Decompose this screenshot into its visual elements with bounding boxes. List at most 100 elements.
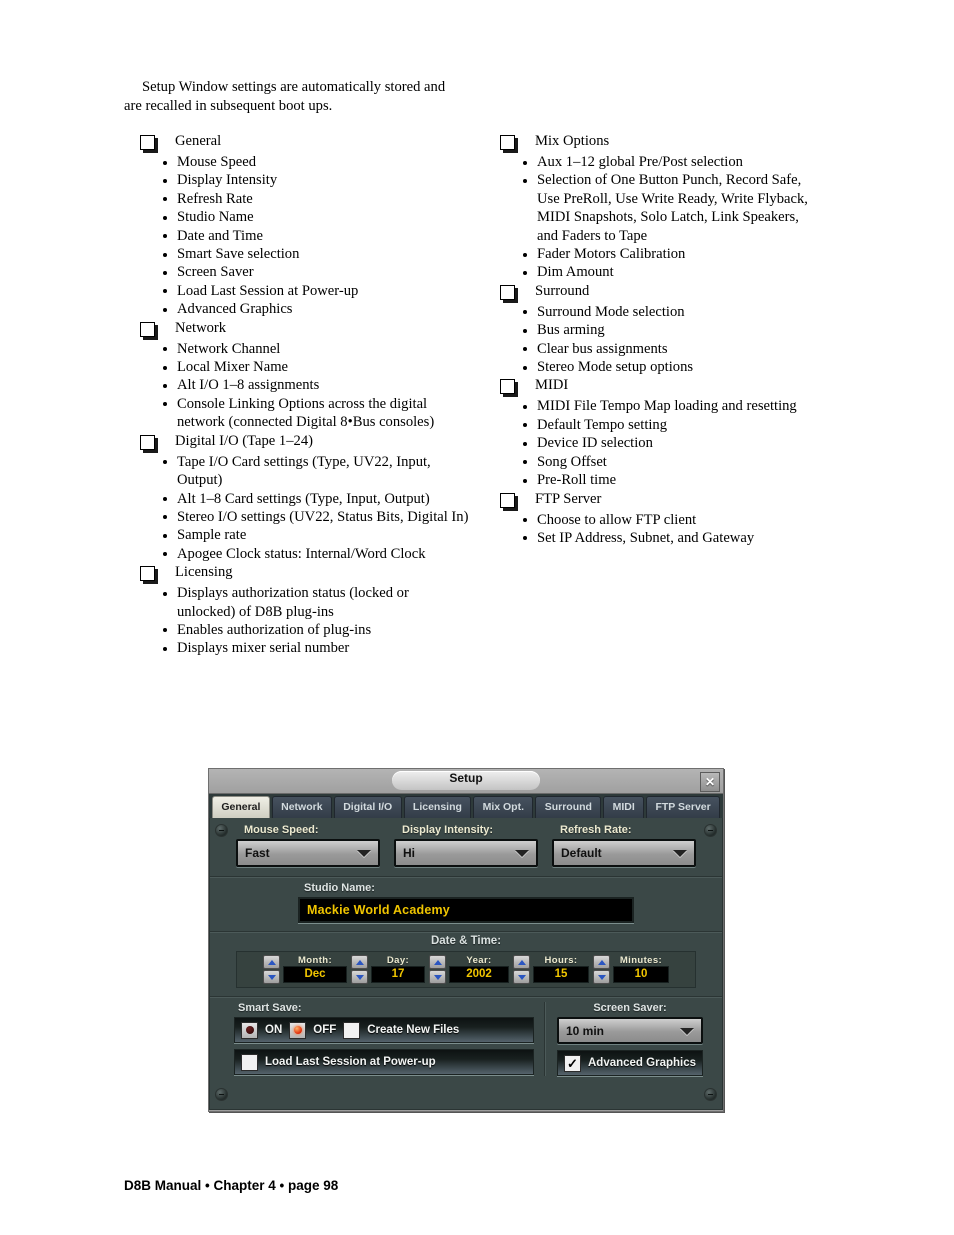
- list-item: Displays authorization status (locked or…: [140, 584, 470, 621]
- list-item: Stereo I/O settings (UV22, Status Bits, …: [140, 508, 470, 526]
- list-item: Mouse Speed: [140, 153, 470, 171]
- year-value[interactable]: 2002: [449, 966, 509, 983]
- minutes-decrement-button[interactable]: [593, 970, 610, 984]
- checkbox-icon: [500, 492, 515, 508]
- bullet-icon: [163, 215, 167, 220]
- display-intensity-dropdown[interactable]: Hi: [394, 839, 538, 867]
- minutes-stepper: Minutes: 10: [593, 955, 669, 984]
- day-spinner: [351, 955, 368, 984]
- screen-saver-dropdown[interactable]: 10 min: [557, 1017, 704, 1044]
- list-item-label: Mouse Speed: [177, 154, 257, 170]
- list-item: Console Linking Options across the digit…: [140, 395, 470, 432]
- studio-name-input[interactable]: Mackie World Academy: [298, 897, 634, 923]
- screw-icon: [704, 1088, 717, 1101]
- tab-surround[interactable]: Surround: [535, 796, 602, 818]
- list-item: Screen Saver: [140, 263, 470, 281]
- list-item: Date and Time: [140, 227, 470, 245]
- bullet-icon: [523, 328, 527, 333]
- month-spinner: [263, 955, 280, 984]
- smart-save-off-radio[interactable]: [289, 1021, 307, 1039]
- chevron-down-icon: [515, 850, 529, 857]
- list-item: Set IP Address, Subnet, and Gateway: [500, 529, 820, 547]
- list-item: Aux 1–12 global Pre/Post selection: [500, 153, 820, 171]
- bullet-icon: [163, 252, 167, 257]
- year-decrement-button[interactable]: [429, 970, 446, 984]
- list-item-label: Sample rate: [177, 527, 247, 544]
- list-item-label: Pre-Roll time: [537, 472, 617, 489]
- hours-increment-button[interactable]: [513, 955, 530, 969]
- advanced-graphics-label: Advanced Graphics: [588, 1057, 697, 1069]
- year-cell: Year: 2002: [449, 955, 509, 984]
- day-cell: Day: 17: [371, 955, 425, 984]
- tab-midi[interactable]: MIDI: [603, 796, 645, 818]
- list-item: Surround Mode selection: [500, 303, 820, 321]
- bullet-icon: [163, 591, 167, 596]
- outline-column-right: Mix Options Aux 1–12 global Pre/Post sel…: [500, 132, 820, 547]
- hours-value[interactable]: 15: [533, 966, 589, 983]
- list-item-label: Default Tempo setting: [537, 416, 668, 433]
- screen-saver-value: 10 min: [566, 1023, 605, 1038]
- hours-decrement-button[interactable]: [513, 970, 530, 984]
- studio-name-value: Mackie World Academy: [307, 903, 450, 917]
- day-value[interactable]: 17: [371, 966, 425, 983]
- bullet-icon: [523, 423, 527, 428]
- checkbox-icon: [500, 284, 515, 300]
- bullet-icon: [163, 178, 167, 183]
- bullet-icon: [523, 460, 527, 465]
- tab-ftp-server[interactable]: FTP Server: [646, 796, 721, 818]
- bullet-icon: [523, 518, 527, 522]
- create-new-files-checkbox[interactable]: [343, 1021, 361, 1039]
- date-time-controls: Month: Dec Day: 17 Year: 2002 Hours: 15 …: [236, 951, 696, 988]
- day-increment-button[interactable]: [351, 955, 368, 969]
- advanced-graphics-row: ✓ Advanced Graphics: [557, 1050, 704, 1076]
- refresh-rate-dropdown[interactable]: Default: [552, 839, 696, 867]
- tab-mix-opt[interactable]: Mix Opt.: [473, 796, 534, 818]
- mouse-speed-label: Mouse Speed:: [244, 824, 319, 836]
- outline-group-label: Network: [175, 319, 227, 336]
- display-intensity-value: Hi: [403, 846, 415, 860]
- month-decrement-button[interactable]: [263, 970, 280, 984]
- smart-save-section: Smart Save: ON OFF Create New Files Load…: [234, 1002, 545, 1076]
- refresh-rate-label: Refresh Rate:: [560, 824, 632, 836]
- close-icon[interactable]: ✕: [700, 772, 720, 792]
- smart-save-on-radio[interactable]: [241, 1021, 258, 1039]
- bullet-icon: [163, 234, 167, 239]
- list-item-label: Bus arming: [537, 322, 605, 339]
- month-label: Month:: [297, 955, 333, 966]
- month-increment-button[interactable]: [263, 955, 280, 969]
- list-item: Alt I/O 1–8 assignments: [140, 376, 470, 394]
- outline-group-label: Licensing: [175, 564, 233, 581]
- list-item: Smart Save selection: [140, 245, 470, 263]
- minutes-increment-button[interactable]: [593, 955, 610, 969]
- setup-window: Setup ✕ General Network Digital I/O Lice…: [208, 768, 724, 1112]
- list-item-label: Refresh Rate: [177, 190, 253, 207]
- list-item: Song Offset: [500, 453, 820, 471]
- bullet-icon: [523, 270, 527, 275]
- bullet-icon: [163, 552, 167, 557]
- bullet-icon: [523, 478, 527, 483]
- day-decrement-button[interactable]: [351, 970, 368, 984]
- list-item: Sample rate: [140, 526, 470, 544]
- tab-general[interactable]: General: [212, 796, 270, 818]
- mouse-speed-field: Mouse Speed: Fast: [236, 824, 380, 867]
- mouse-speed-dropdown[interactable]: Fast: [236, 839, 380, 867]
- minutes-value[interactable]: 10: [613, 966, 669, 983]
- tab-network[interactable]: Network: [271, 796, 332, 818]
- load-last-session-row: Load Last Session at Power-up: [234, 1049, 534, 1075]
- bullet-icon: [163, 347, 167, 352]
- list-item: Refresh Rate: [140, 190, 470, 208]
- advanced-graphics-checkbox[interactable]: ✓: [564, 1054, 581, 1072]
- month-value[interactable]: Dec: [283, 966, 347, 983]
- list-item-label: Tape I/O Card settings (Type, UV22, Inpu…: [177, 453, 431, 489]
- outline-group: Mix Options: [500, 132, 820, 152]
- tab-digital-io[interactable]: Digital I/O: [333, 796, 402, 818]
- bullet-icon: [163, 307, 167, 312]
- list-item-label: Studio Name: [177, 209, 254, 226]
- year-increment-button[interactable]: [429, 955, 446, 969]
- tab-licensing[interactable]: Licensing: [403, 796, 472, 818]
- checkbox-icon: [140, 321, 155, 337]
- load-last-session-checkbox[interactable]: [241, 1053, 258, 1071]
- year-stepper: Year: 2002: [429, 955, 509, 984]
- bullet-icon: [163, 289, 167, 294]
- list-item: Load Last Session at Power-up: [140, 282, 470, 300]
